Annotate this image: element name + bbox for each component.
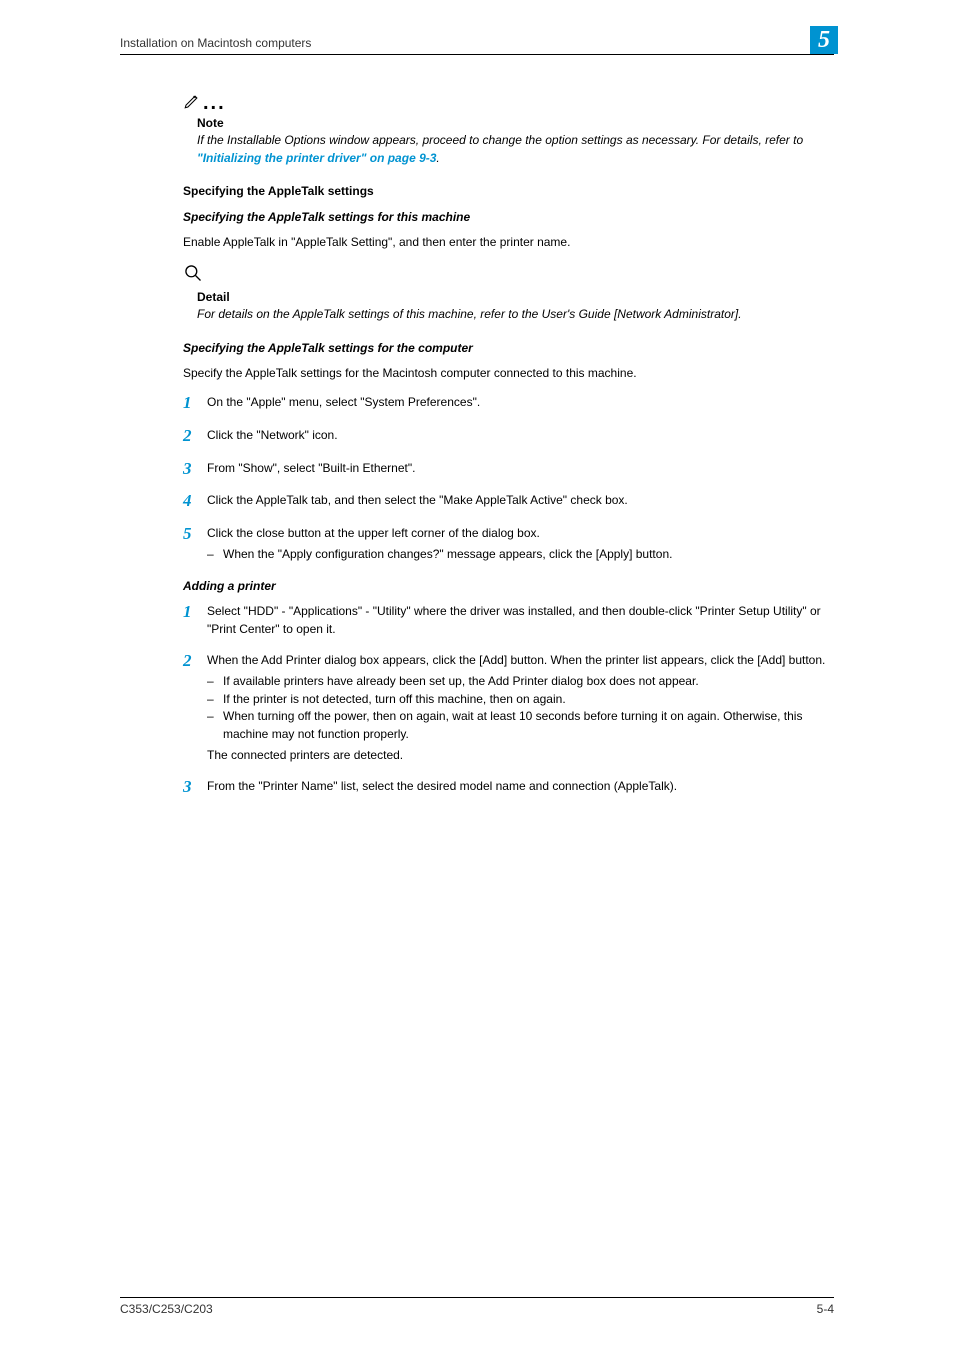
heading-appletalk-machine: Specifying the AppleTalk settings for th… [183,209,835,226]
step-number: 4 [183,492,207,511]
detail-label: Detail [197,289,835,306]
sub-item: – If available printers have already bee… [207,673,835,690]
section-number-tab: 5 [810,26,838,54]
dash-icon: – [207,708,223,743]
step-b2: 2 When the Add Printer dialog box appear… [183,652,835,764]
heading-adding-printer: Adding a printer [183,578,835,595]
detail-block: Detail For details on the AppleTalk sett… [183,263,835,323]
step-number: 1 [183,394,207,413]
footer-left: C353/C253/C203 [120,1302,213,1316]
running-header: Installation on Macintosh computers [120,36,834,50]
step-a3: 3 From "Show", select "Built-in Ethernet… [183,460,835,479]
sub-text: When turning off the power, then on agai… [223,708,835,743]
step-b3: 3 From the "Printer Name" list, select t… [183,778,835,797]
step-number: 1 [183,603,207,638]
step-body: From the "Printer Name" list, select the… [207,778,835,797]
note-label: Note [197,115,835,132]
note-block: ... Note If the Installable Options wind… [183,86,835,167]
detail-body: For details on the AppleTalk settings of… [197,306,835,323]
footer-rule [120,1297,834,1298]
step-a5: 5 Click the close button at the upper le… [183,525,835,564]
dash-icon: – [207,546,223,563]
step-a4: 4 Click the AppleTalk tab, and then sele… [183,492,835,511]
step-number: 2 [183,652,207,764]
footer: C353/C253/C203 5-4 [120,1302,834,1316]
step-body: Click the AppleTalk tab, and then select… [207,492,835,511]
heading-appletalk-settings: Specifying the AppleTalk settings [183,183,835,200]
step-body: Select "HDD" - "Applications" - "Utility… [207,603,835,638]
note-text-before: If the Installable Options window appear… [197,133,803,147]
dash-icon: – [207,691,223,708]
note-text-after: . [436,151,439,165]
paragraph: Enable AppleTalk in "AppleTalk Setting",… [183,234,835,251]
step-body: On the "Apple" menu, select "System Pref… [207,394,835,413]
step-number: 3 [183,460,207,479]
step-a1: 1 On the "Apple" menu, select "System Pr… [183,394,835,413]
sub-text: If the printer is not detected, turn off… [223,691,835,708]
note-link[interactable]: "Initializing the printer driver" on pag… [197,151,436,165]
footer-right: 5-4 [817,1302,834,1316]
note-dots: ... [203,92,226,114]
heading-appletalk-computer: Specifying the AppleTalk settings for th… [183,340,835,357]
pencil-icon [183,92,201,115]
step-body: From "Show", select "Built-in Ethernet". [207,460,835,479]
magnifier-icon [183,272,203,286]
sub-item: – When the "Apply configuration changes?… [207,546,835,563]
step-number: 3 [183,778,207,797]
note-body: If the Installable Options window appear… [197,132,835,167]
step-number: 5 [183,525,207,564]
sub-text: If available printers have already been … [223,673,835,690]
step-after-text: The connected printers are detected. [207,747,835,764]
dash-icon: – [207,673,223,690]
sub-item: – When turning off the power, then on ag… [207,708,835,743]
sub-text: When the "Apply configuration changes?" … [223,546,835,563]
step-number: 2 [183,427,207,446]
step-body: Click the close button at the upper left… [207,525,835,542]
sub-item: – If the printer is not detected, turn o… [207,691,835,708]
paragraph: Specify the AppleTalk settings for the M… [183,365,835,382]
header-rule [120,54,834,55]
step-body: When the Add Printer dialog box appears,… [207,652,835,669]
step-a2: 2 Click the "Network" icon. [183,427,835,446]
step-b1: 1 Select "HDD" - "Applications" - "Utili… [183,603,835,638]
step-body: Click the "Network" icon. [207,427,835,446]
